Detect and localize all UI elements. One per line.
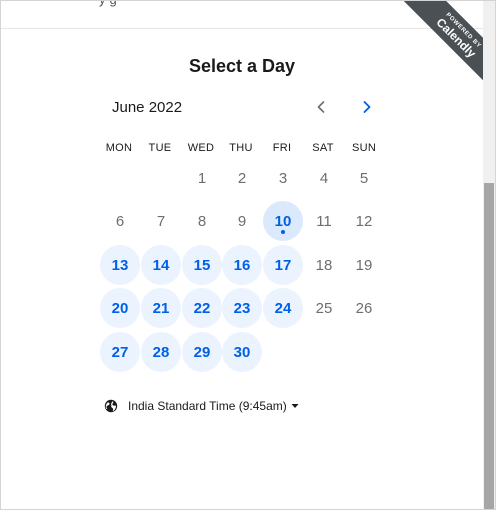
calendar-day: 8 xyxy=(182,201,222,241)
day-number: 26 xyxy=(355,299,373,317)
weekday-label: TUE xyxy=(148,142,172,154)
timezone-selector[interactable]: India Standard Time (9:45am) xyxy=(104,399,299,413)
calendar-day-today[interactable]: 10 xyxy=(263,201,303,241)
day-number: 19 xyxy=(355,256,373,274)
calendar-day: 12 xyxy=(344,201,384,241)
calendar-day: 1 xyxy=(182,158,222,198)
day-number: 15 xyxy=(193,256,211,274)
scrollbar-thumb[interactable] xyxy=(484,183,494,509)
day-number: 29 xyxy=(193,343,211,361)
calendar-day: 18 xyxy=(304,245,344,285)
weekday-label: FRI xyxy=(272,142,292,154)
previous-month-button[interactable] xyxy=(311,97,331,117)
day-number: 18 xyxy=(315,256,333,274)
calendar-day-available[interactable]: 24 xyxy=(263,288,303,328)
day-number: 10 xyxy=(274,212,292,230)
calendar-day: 26 xyxy=(344,288,384,328)
weekday-label: SUN xyxy=(351,142,377,154)
calendar-day-available[interactable]: 17 xyxy=(263,245,303,285)
scheduling-widget: y g POWERED BY Calendly Select a Day Jun… xyxy=(0,0,496,510)
chevron-left-icon xyxy=(317,101,325,113)
day-number: 6 xyxy=(115,212,125,230)
day-number: 4 xyxy=(319,169,329,187)
scrollbar-track[interactable] xyxy=(483,1,495,509)
day-number: 30 xyxy=(233,343,251,361)
day-number: 11 xyxy=(316,212,332,230)
day-number: 20 xyxy=(111,299,129,317)
calendar-day-available[interactable]: 15 xyxy=(182,245,222,285)
day-number: 16 xyxy=(233,256,251,274)
chevron-right-icon xyxy=(363,101,371,113)
day-number: 17 xyxy=(274,256,292,274)
day-number: 8 xyxy=(197,212,207,230)
calendar-day: 19 xyxy=(344,245,384,285)
globe-icon xyxy=(104,399,118,413)
calendar-day-available[interactable]: 27 xyxy=(100,332,140,372)
calendar-day: 3 xyxy=(263,158,303,198)
weekday-label: WED xyxy=(187,142,215,154)
calendar-day: 25 xyxy=(304,288,344,328)
calendar-day: 9 xyxy=(222,201,262,241)
ribbon-band[interactable]: POWERED BY Calendly xyxy=(396,1,495,99)
calendar-day-available[interactable]: 28 xyxy=(141,332,181,372)
calendar-day-available[interactable]: 23 xyxy=(222,288,262,328)
page-title: Select a Day xyxy=(188,56,296,76)
next-month-button[interactable] xyxy=(357,97,377,117)
day-number: 9 xyxy=(237,212,247,230)
calendar-day-available[interactable]: 29 xyxy=(182,332,222,372)
calendar-day-available[interactable]: 22 xyxy=(182,288,222,328)
day-number: 14 xyxy=(152,256,170,274)
weekday-label: MON xyxy=(105,142,133,154)
day-number: 21 xyxy=(152,299,170,317)
day-number: 12 xyxy=(355,212,373,230)
weekday-label: THU xyxy=(229,142,253,154)
timezone-label: India Standard Time (9:45am) xyxy=(128,399,287,413)
day-number: 22 xyxy=(193,299,211,317)
day-number: 1 xyxy=(197,169,207,187)
day-number: 23 xyxy=(233,299,251,317)
today-indicator-dot xyxy=(281,230,285,234)
calendar-day-available[interactable]: 14 xyxy=(141,245,181,285)
calendar-day: 2 xyxy=(222,158,262,198)
powered-by-ribbon[interactable]: POWERED BY Calendly xyxy=(396,1,495,100)
day-number: 27 xyxy=(111,343,129,361)
calendar-day-available[interactable]: 16 xyxy=(222,245,262,285)
calendar-day: 11 xyxy=(304,201,344,241)
calendar-day: 5 xyxy=(344,158,384,198)
calendar-day: 4 xyxy=(304,158,344,198)
calendar-day: 7 xyxy=(141,201,181,241)
calendar-day-available[interactable]: 30 xyxy=(222,332,262,372)
day-number: 28 xyxy=(152,343,170,361)
day-number: 5 xyxy=(359,169,369,187)
day-number: 3 xyxy=(278,169,288,187)
calendar-day-available[interactable]: 13 xyxy=(100,245,140,285)
calendar-day-available[interactable]: 20 xyxy=(100,288,140,328)
caret-down-icon xyxy=(291,404,299,408)
day-number: 2 xyxy=(237,169,247,187)
day-number: 24 xyxy=(274,299,292,317)
calendar-day: 6 xyxy=(100,201,140,241)
day-number: 7 xyxy=(156,212,166,230)
month-label: June 2022 xyxy=(112,99,183,116)
day-number: 13 xyxy=(111,256,129,274)
calendar-day-available[interactable]: 21 xyxy=(141,288,181,328)
weekday-label: SAT xyxy=(312,142,334,154)
day-number: 25 xyxy=(315,299,333,317)
header-cut-text: y g xyxy=(99,1,117,7)
